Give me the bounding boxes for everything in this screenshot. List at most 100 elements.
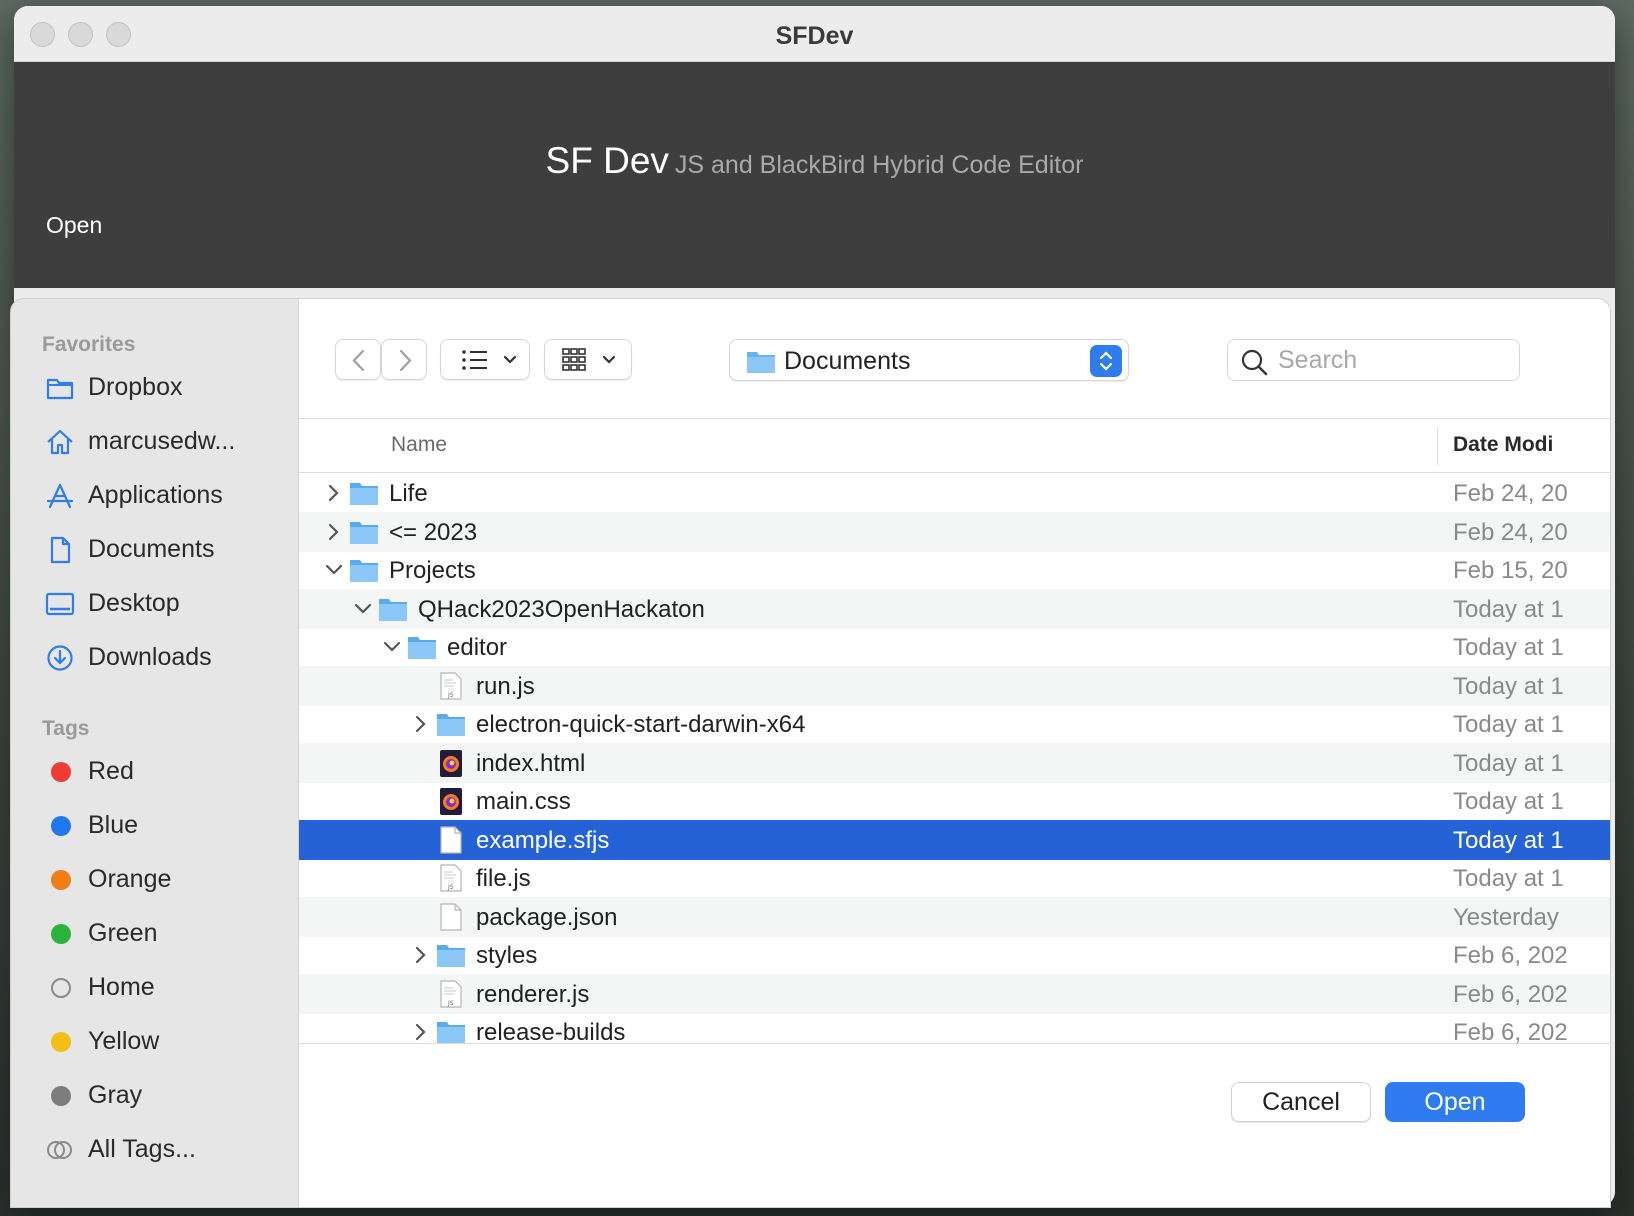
- open-menu-label[interactable]: Open: [46, 212, 102, 239]
- sidebar-tag-home[interactable]: Home: [11, 965, 299, 1011]
- sidebar-item-downloads[interactable]: Downloads: [11, 635, 299, 681]
- chevron-updown-icon: [1099, 351, 1113, 371]
- sidebar-all-tags[interactable]: All Tags...: [11, 1127, 299, 1173]
- js-file-icon: JS: [436, 979, 466, 1008]
- sidebar-tag-green[interactable]: Green: [11, 911, 299, 957]
- sidebar-item-home[interactable]: marcusedw...: [11, 419, 299, 465]
- file-row[interactable]: index.html Today at 1: [299, 742, 1610, 783]
- chevron-left-icon: [352, 349, 365, 372]
- file-row[interactable]: electron-quick-start-darwin-x64 Today at …: [299, 704, 1610, 744]
- sidebar-tag-red[interactable]: Red: [11, 749, 299, 795]
- chevron-right-icon[interactable]: [412, 715, 428, 733]
- location-stepper[interactable]: [1090, 345, 1122, 377]
- list-view-button[interactable]: [440, 339, 530, 380]
- red-tag-icon: [51, 762, 71, 782]
- file-date: Today at 1: [1453, 865, 1564, 892]
- file-row[interactable]: Life Feb 24, 20: [299, 473, 1610, 513]
- back-button[interactable]: [335, 339, 381, 380]
- toolbar: Documents: [299, 299, 1610, 419]
- file-row[interactable]: example.sfjs Today at 1: [299, 819, 1610, 860]
- grid-view-button[interactable]: [544, 339, 632, 380]
- dialog-footer: Cancel Open: [299, 1043, 1610, 1207]
- file-date: Today at 1: [1453, 788, 1564, 815]
- document-icon: [50, 536, 71, 564]
- gray-tag-icon: [51, 1086, 71, 1106]
- search-input[interactable]: [1278, 344, 1508, 376]
- file-row[interactable]: JS renderer.js Feb 6, 202: [299, 973, 1610, 1014]
- file-list: Life Feb 24, 20 <= 2023 Feb 24, 20 Projects F…: [299, 473, 1610, 1043]
- download-icon: [47, 645, 73, 671]
- file-browser: Documents Name Date Modi LifeFeb 24, 20<…: [299, 299, 1610, 1207]
- file-row[interactable]: release-builds Feb 6, 202: [299, 1012, 1610, 1043]
- window-title: SFDev: [775, 22, 854, 50]
- folder-icon: [436, 710, 466, 738]
- file-name: Life: [389, 480, 428, 507]
- sidebar-item-label: Red: [88, 757, 134, 785]
- file-date: Today at 1: [1453, 672, 1564, 700]
- file-name: release-builds: [476, 1019, 626, 1043]
- svg-text:JS: JS: [447, 884, 454, 891]
- all-tags-icon: [47, 1141, 72, 1159]
- file-row[interactable]: JS file.js Today at 1: [299, 858, 1610, 898]
- blue-tag-icon: [51, 816, 71, 836]
- date-column-header[interactable]: Date Modi: [1453, 433, 1553, 457]
- file-row[interactable]: main.css Today at 1: [299, 781, 1610, 821]
- file-row[interactable]: QHack2023OpenHackaton Today at 1: [299, 588, 1610, 629]
- cancel-button[interactable]: Cancel: [1231, 1082, 1371, 1122]
- chevron-down-icon[interactable]: [354, 600, 372, 618]
- file-row[interactable]: package.json Yesterday: [299, 896, 1610, 937]
- file-date: Today at 1: [1453, 749, 1564, 777]
- sidebar-tag-gray[interactable]: Gray: [11, 1073, 299, 1119]
- folder-icon: [436, 941, 466, 969]
- chevron-right-icon[interactable]: [412, 1023, 428, 1041]
- file-date: Feb 6, 202: [1453, 980, 1568, 1008]
- chevron-right-icon[interactable]: [325, 523, 341, 541]
- chevron-right-icon[interactable]: [412, 946, 428, 964]
- sidebar-item-label: Home: [88, 973, 155, 1001]
- chevron-right-icon[interactable]: [325, 484, 341, 502]
- home-icon: [47, 429, 73, 455]
- file-date: Feb 6, 202: [1453, 942, 1568, 969]
- location-popup[interactable]: Documents: [729, 339, 1129, 381]
- chevron-down-icon[interactable]: [325, 561, 343, 579]
- sidebar-item-applications[interactable]: Applications: [11, 473, 299, 519]
- chevron-down-icon[interactable]: [383, 638, 401, 656]
- file-row[interactable]: styles Feb 6, 202: [299, 935, 1610, 975]
- svg-text:JS: JS: [447, 692, 454, 699]
- file-date: Today at 1: [1453, 634, 1564, 661]
- js-file-icon: JS: [436, 671, 466, 700]
- sidebar-item-documents[interactable]: Documents: [11, 527, 299, 573]
- search-field[interactable]: [1227, 339, 1520, 381]
- applications-icon: [46, 483, 74, 509]
- column-divider[interactable]: [1437, 427, 1438, 465]
- file-row[interactable]: JS run.js Today at 1: [299, 665, 1610, 706]
- open-file-dialog: Favorites Dropbox marcusedw... Applicati…: [10, 298, 1611, 1208]
- search-icon: [1241, 349, 1268, 376]
- title-bar: SFDev: [14, 6, 1615, 62]
- folder-icon: [747, 352, 775, 373]
- app-subtitle: JS and BlackBird Hybrid Code Editor: [674, 151, 1084, 179]
- name-column-header[interactable]: Name: [391, 433, 447, 457]
- sidebar-tag-blue[interactable]: Blue: [11, 803, 299, 849]
- sidebar-tag-yellow[interactable]: Yellow: [11, 1019, 299, 1065]
- sidebar: Favorites Dropbox marcusedw... Applicati…: [11, 299, 299, 1207]
- file-name: main.css: [476, 788, 571, 815]
- file-row[interactable]: <= 2023 Feb 24, 20: [299, 511, 1610, 552]
- sidebar-item-dropbox[interactable]: Dropbox: [11, 365, 299, 411]
- open-button[interactable]: Open: [1385, 1082, 1525, 1122]
- sidebar-item-label: Gray: [88, 1081, 143, 1109]
- sidebar-tag-orange[interactable]: Orange: [11, 857, 299, 903]
- file-row[interactable]: Projects Feb 15, 20: [299, 550, 1610, 590]
- grid-view-icon: [562, 348, 616, 371]
- file-row[interactable]: editor Today at 1: [299, 627, 1610, 667]
- sidebar-item-label: Orange: [88, 865, 172, 893]
- file-date: Today at 1: [1453, 595, 1564, 623]
- file-name: package.json: [476, 903, 618, 931]
- firefox-file-icon: [436, 787, 466, 815]
- file-name: run.js: [476, 672, 535, 700]
- sidebar-item-desktop[interactable]: Desktop: [11, 581, 299, 627]
- document-file-icon: [436, 825, 466, 854]
- forward-button[interactable]: [381, 339, 427, 380]
- tags-heading: Tags: [42, 717, 90, 740]
- sidebar-item-label: Desktop: [88, 589, 180, 617]
